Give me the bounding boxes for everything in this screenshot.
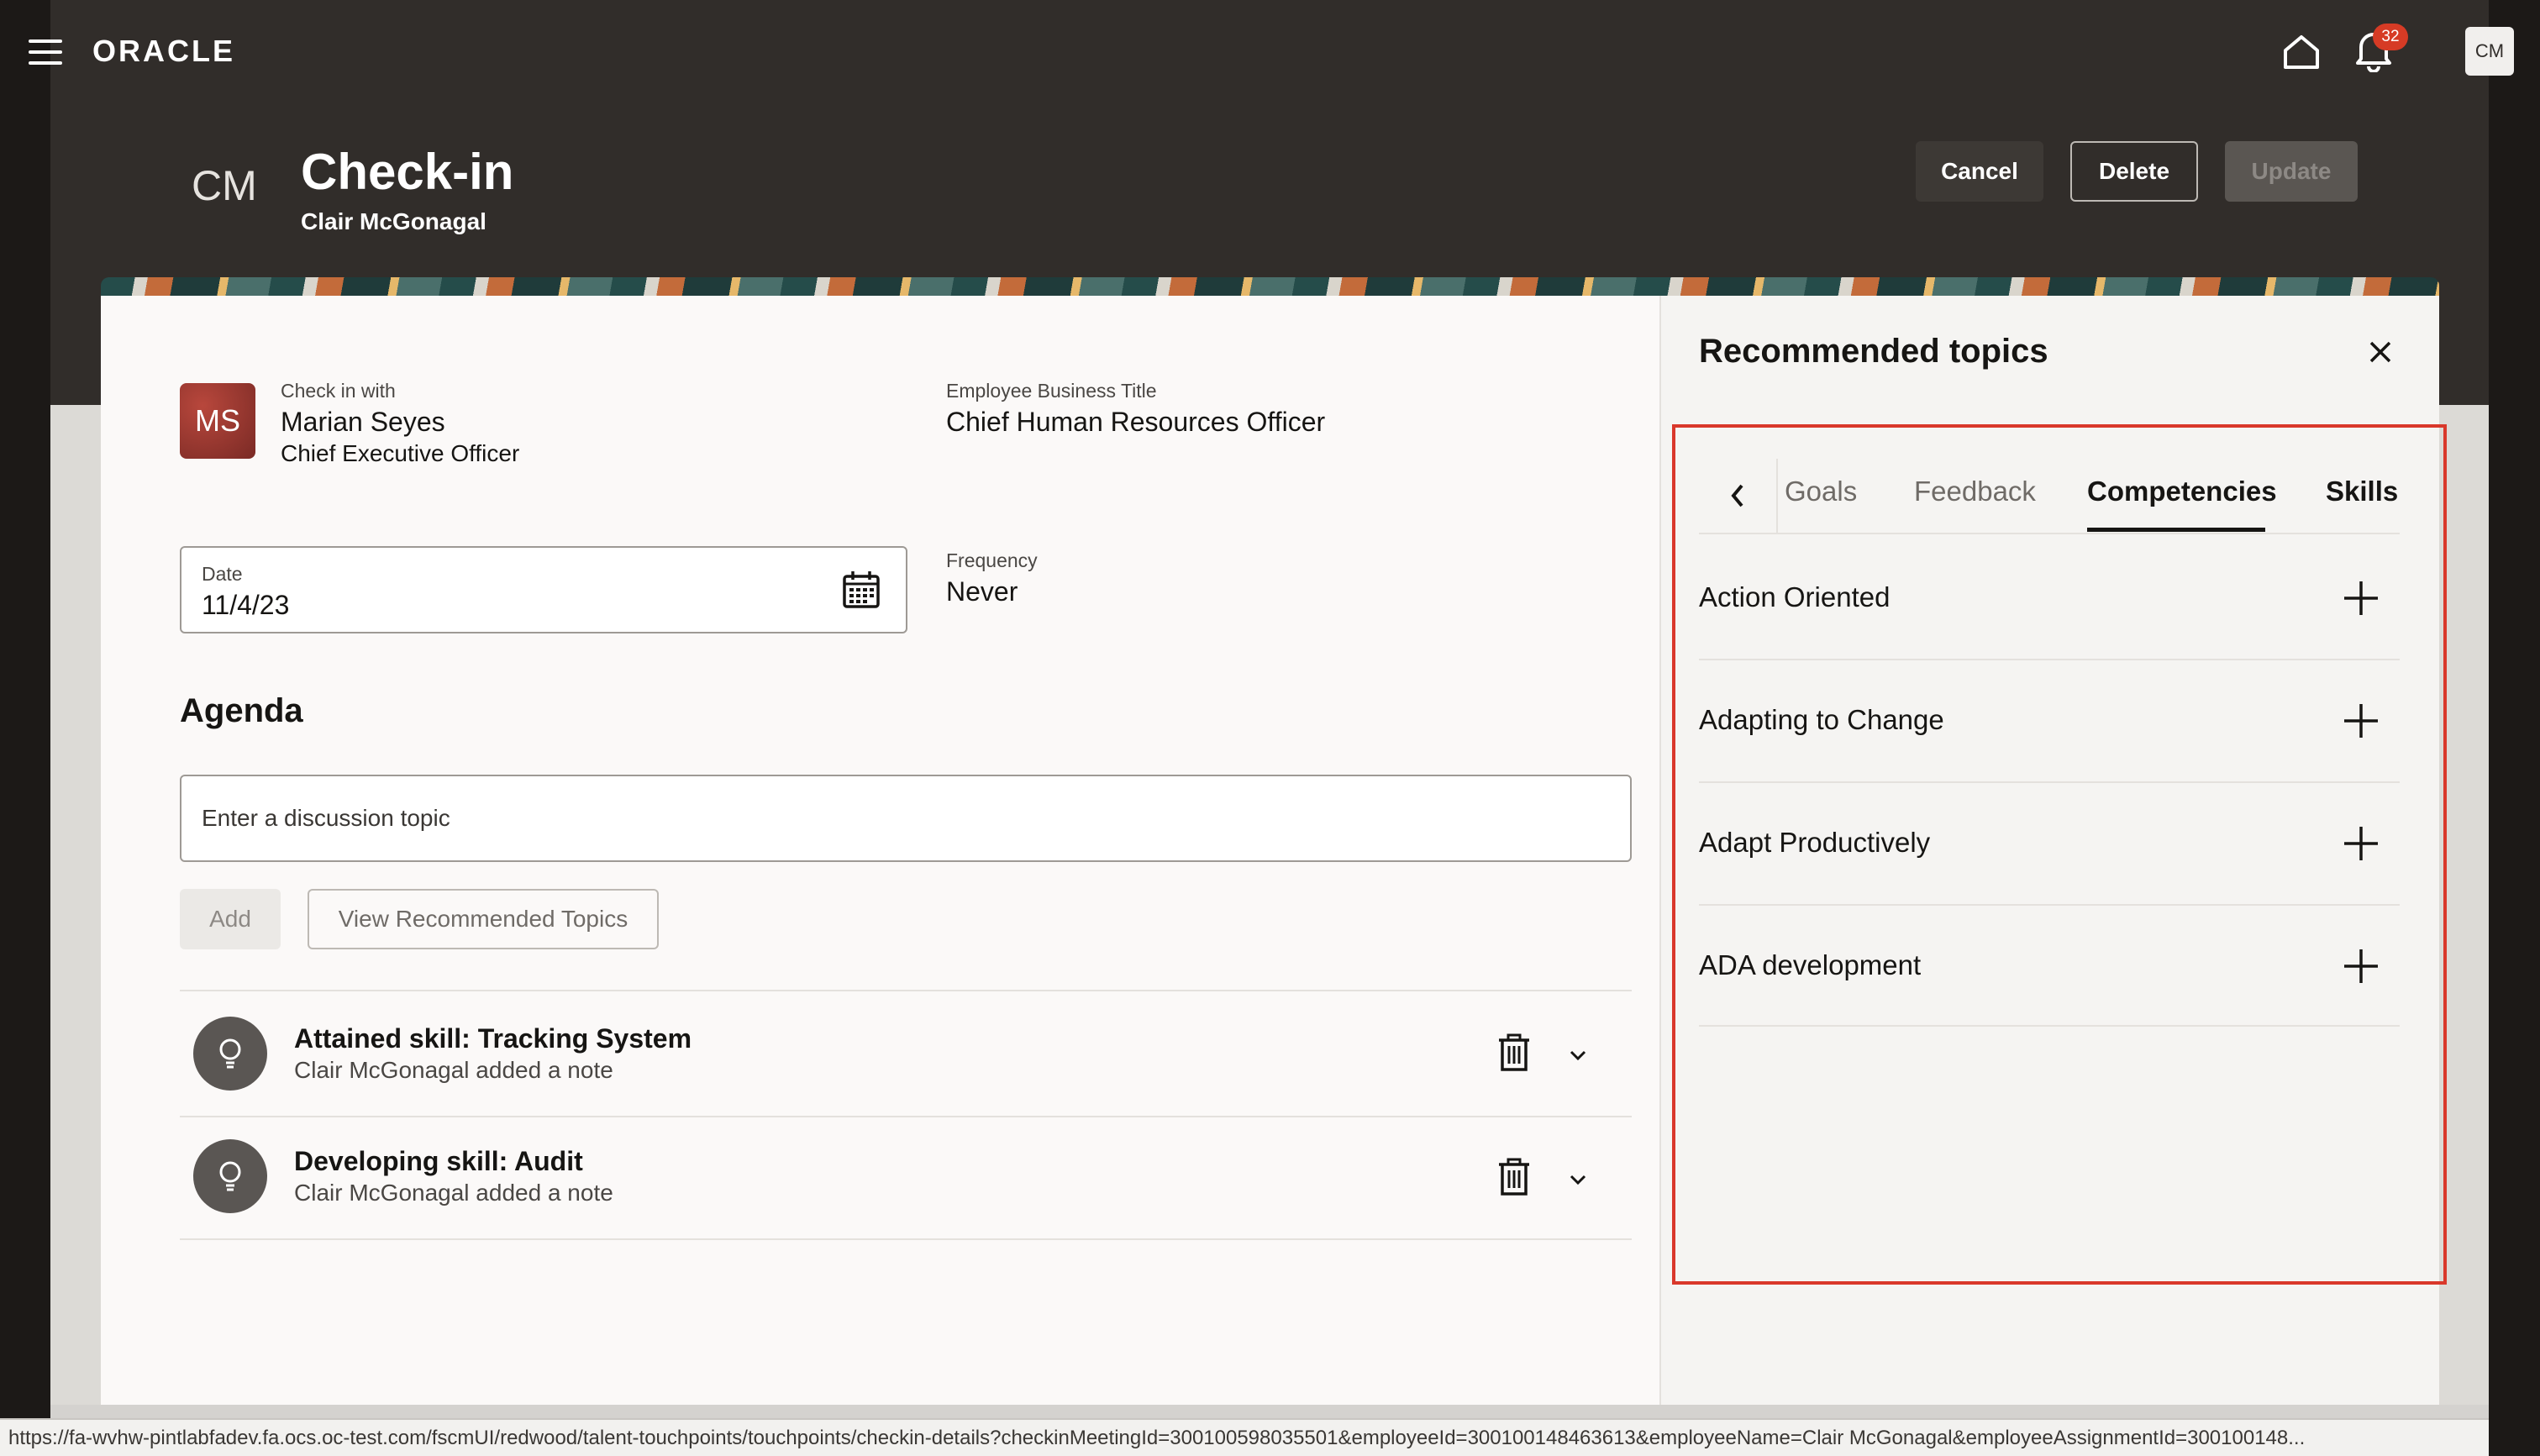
cancel-button[interactable]: Cancel xyxy=(1916,141,2043,202)
active-tab-indicator xyxy=(2087,528,2265,532)
page-subtitle: Clair McGonagal xyxy=(301,208,486,234)
update-button[interactable]: Update xyxy=(2225,141,2358,202)
business-title-value: Chief Human Resources Officer xyxy=(946,407,1326,437)
chevron-left-icon[interactable] xyxy=(1729,482,1746,509)
divider xyxy=(180,990,1632,991)
divider xyxy=(180,1238,1632,1240)
chevron-down-icon[interactable] xyxy=(1568,1173,1588,1186)
close-icon[interactable] xyxy=(2368,339,2393,365)
add-icon[interactable] xyxy=(2343,948,2380,985)
view-recommended-topics-button[interactable]: View Recommended Topics xyxy=(308,889,659,949)
left-margin xyxy=(0,0,50,1456)
delete-button[interactable]: Delete xyxy=(2070,141,2198,202)
frequency-value: Never xyxy=(946,576,1018,607)
owner-initials: CM xyxy=(192,162,257,209)
add-icon[interactable] xyxy=(2343,702,2380,739)
tab-separator xyxy=(1776,459,1778,533)
check-in-with-label: Check in with xyxy=(281,380,396,402)
agenda-item-subtitle: Clair McGonagal added a note xyxy=(294,1057,613,1083)
divider xyxy=(1699,781,2400,783)
agenda-heading: Agenda xyxy=(180,692,303,729)
notifications-badge: 32 xyxy=(2373,24,2408,50)
skill-icon xyxy=(193,1139,267,1213)
tab-competencies[interactable]: Competencies xyxy=(2087,476,2277,507)
menu-icon[interactable] xyxy=(29,39,62,72)
decorative-banner xyxy=(101,277,2439,296)
divider xyxy=(1699,904,2400,906)
topic-action-oriented: Action Oriented xyxy=(1699,581,1891,612)
tab-divider xyxy=(1699,533,2400,534)
business-title-label: Employee Business Title xyxy=(946,380,1157,402)
tab-goals[interactable]: Goals xyxy=(1785,476,1857,507)
skill-icon xyxy=(193,1017,267,1091)
user-avatar[interactable]: CM xyxy=(2465,27,2514,76)
participant-title: Chief Executive Officer xyxy=(281,440,520,466)
right-margin xyxy=(2489,0,2540,1456)
date-value: 11/4/23 xyxy=(202,590,290,620)
delete-icon[interactable] xyxy=(1497,1158,1531,1196)
agenda-item-title: Attained skill: Tracking System xyxy=(294,1023,692,1054)
date-label: Date xyxy=(202,563,243,585)
topic-adapting-to-change: Adapting to Change xyxy=(1699,704,1944,735)
participant-name: Marian Seyes xyxy=(281,407,445,437)
delete-icon[interactable] xyxy=(1497,1033,1531,1072)
divider xyxy=(1699,659,2400,660)
discussion-topic-placeholder: Enter a discussion topic xyxy=(202,805,450,831)
agenda-item-subtitle: Clair McGonagal added a note xyxy=(294,1180,613,1206)
divider xyxy=(1699,1025,2400,1027)
status-bar-url: https://fa-wvhw-pintlabfadev.fa.ocs.oc-t… xyxy=(0,1418,2489,1456)
oracle-logo: ORACLE xyxy=(92,34,235,68)
page-title: Check-in xyxy=(301,144,514,200)
frequency-label: Frequency xyxy=(946,549,1038,571)
add-button[interactable]: Add xyxy=(180,889,281,949)
participant-avatar: MS xyxy=(180,383,255,459)
add-icon[interactable] xyxy=(2343,580,2380,617)
topic-adapt-productively: Adapt Productively xyxy=(1699,827,1931,858)
topic-ada-development: ADA development xyxy=(1699,949,1922,980)
calendar-icon[interactable] xyxy=(842,570,881,610)
divider xyxy=(180,1116,1632,1117)
agenda-item-title: Developing skill: Audit xyxy=(294,1146,583,1176)
home-icon[interactable] xyxy=(2282,32,2321,71)
add-icon[interactable] xyxy=(2343,825,2380,862)
chevron-down-icon[interactable] xyxy=(1568,1049,1588,1062)
tab-feedback[interactable]: Feedback xyxy=(1914,476,2036,507)
recommended-topics-title: Recommended topics xyxy=(1699,333,2048,370)
tab-skills[interactable]: Skills xyxy=(2326,476,2398,507)
